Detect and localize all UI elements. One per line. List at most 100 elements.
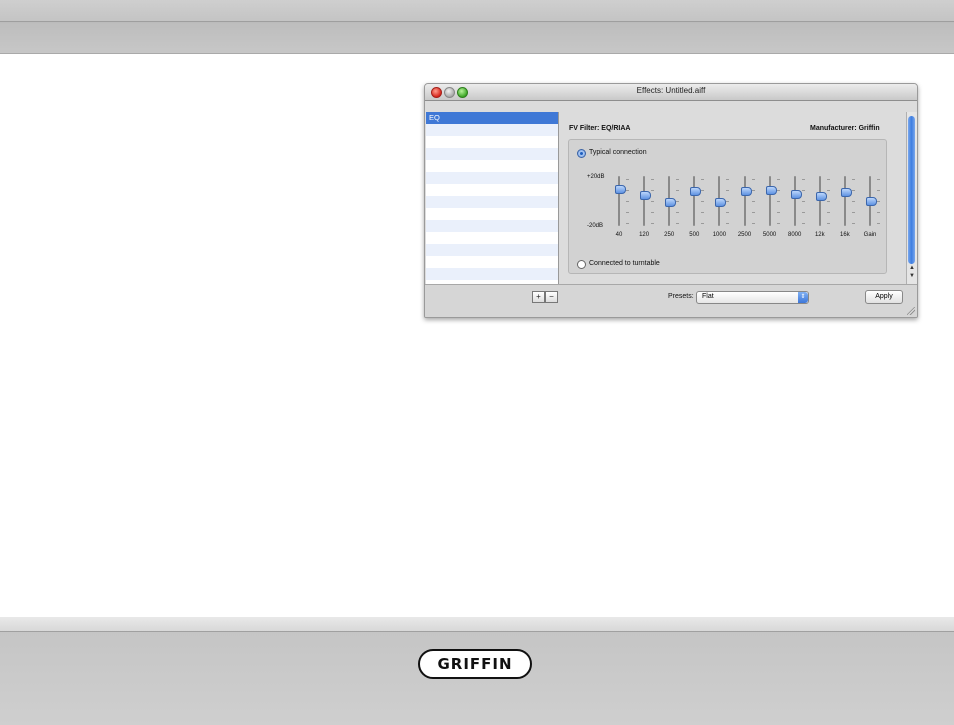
eq-slider-knob-500[interactable]	[690, 187, 702, 196]
list-item-eq[interactable]: EQ	[426, 112, 558, 124]
eq-tick	[651, 223, 655, 224]
typical-connection-label: Typical connection	[589, 149, 647, 156]
eq-band-label: 16k	[840, 232, 850, 238]
eq-slider-knob-40[interactable]	[615, 184, 626, 194]
list-item	[426, 196, 558, 208]
eq-tick	[801, 201, 805, 202]
eq-band-label: 8000	[788, 232, 802, 238]
eq-slider-knob-16k[interactable]	[840, 188, 852, 198]
eq-tick	[651, 212, 655, 213]
eq-tick	[701, 201, 705, 202]
eq-slider-track-5000[interactable]	[768, 176, 771, 226]
list-item	[426, 124, 558, 136]
eq-tick	[676, 212, 680, 213]
banner-divider	[0, 631, 954, 632]
eq-slider-track-12k[interactable]	[818, 176, 821, 226]
scroll-up-icon[interactable]: ▲	[909, 265, 915, 271]
eq-slider-knob-Gain[interactable]	[866, 197, 877, 206]
eq-tick	[751, 179, 755, 180]
griffin-logo: GRIFFIN	[418, 649, 532, 679]
top-banner	[0, 0, 954, 54]
eq-tick	[726, 212, 730, 213]
eq-band-label: 40	[615, 232, 623, 238]
eq-slider-track-16k[interactable]	[843, 176, 846, 226]
eq-tick	[851, 190, 855, 191]
eq-slider-knob-1000[interactable]	[715, 198, 727, 208]
eq-tick	[676, 179, 680, 180]
window-bottom-bar	[425, 284, 917, 317]
eq-slider-track-120[interactable]	[643, 176, 646, 226]
eq-settings-group: Typical connection +20dB -20dB 40 120 250 5…	[568, 139, 887, 274]
add-effect-button[interactable]: +	[532, 291, 545, 303]
griffin-logo-mark: GRIFFIN	[437, 655, 512, 673]
vertical-scrollbar[interactable]: ▲ ▼	[906, 112, 917, 284]
chevron-updown-icon: ⇕	[798, 292, 808, 303]
eq-slider-track-2500[interactable]	[743, 176, 746, 226]
eq-tick	[776, 212, 780, 213]
list-item	[426, 172, 558, 184]
eq-slider-knob-8000[interactable]	[790, 189, 802, 199]
eq-tick	[651, 179, 655, 180]
eq-band-label: 1000	[712, 232, 727, 238]
window-titlebar[interactable]: Effects: Untitled.aiff	[425, 84, 917, 101]
presets-label: Presets:	[668, 293, 694, 300]
eq-tick	[751, 190, 755, 191]
eq-tick	[676, 223, 680, 224]
eq-slider-knob-12k[interactable]	[815, 192, 827, 201]
eq-tick	[751, 212, 755, 213]
eq-tick	[726, 179, 730, 180]
eq-tick	[877, 212, 880, 213]
list-item	[426, 268, 558, 280]
eq-tick	[851, 212, 855, 213]
eq-tick	[877, 179, 880, 180]
eq-tick	[676, 201, 680, 202]
eq-tick	[851, 201, 855, 202]
eq-tick	[726, 223, 730, 224]
eq-band-label: 120	[639, 232, 650, 238]
eq-slider-track-8000[interactable]	[793, 176, 796, 226]
eq-tick	[751, 201, 755, 202]
list-item	[426, 208, 558, 220]
manufacturer-label: Manufacturer: Griffin	[810, 125, 880, 132]
list-item	[426, 136, 558, 148]
scrollbar-thumb[interactable]	[908, 116, 915, 264]
effects-list[interactable]: EQ	[426, 112, 559, 284]
eq-tick	[801, 179, 805, 180]
eq-tick	[826, 223, 830, 224]
eq-slider-knob-5000[interactable]	[765, 185, 777, 195]
list-item	[426, 160, 558, 172]
eq-tick	[751, 223, 755, 224]
eq-tick	[701, 190, 705, 191]
eq-tick	[701, 179, 705, 180]
eq-slider-track-40[interactable]	[618, 176, 620, 226]
eq-slider-knob-2500[interactable]	[740, 187, 752, 196]
connected-to-turntable-radio[interactable]	[577, 260, 586, 269]
eq-tick	[626, 190, 629, 191]
eq-slider-track-500[interactable]	[693, 176, 696, 226]
list-item	[426, 244, 558, 256]
eq-tick	[676, 190, 680, 191]
list-item	[426, 232, 558, 244]
eq-tick	[826, 212, 830, 213]
remove-effect-button[interactable]: −	[545, 291, 558, 303]
resize-grip-icon[interactable]	[907, 307, 915, 315]
eq-tick	[776, 190, 780, 191]
window-title: Effects: Untitled.aiff	[636, 86, 706, 95]
list-item	[426, 256, 558, 268]
eq-tick	[776, 223, 780, 224]
apply-button[interactable]: Apply	[865, 290, 903, 304]
eq-tick	[701, 212, 705, 213]
eq-slider-knob-250[interactable]	[665, 198, 677, 208]
db-top-label: +20dB	[587, 174, 605, 180]
eq-slider-knob-120[interactable]	[640, 190, 652, 200]
typical-connection-radio[interactable]	[577, 149, 586, 158]
scroll-down-icon[interactable]: ▼	[909, 273, 915, 279]
eq-tick	[826, 190, 830, 191]
presets-select[interactable]: Flat ⇕	[696, 291, 809, 304]
eq-tick	[877, 223, 880, 224]
eq-tick	[826, 179, 830, 180]
eq-tick	[801, 223, 805, 224]
eq-tick	[626, 223, 629, 224]
logo-text: GRIFFIN	[437, 655, 512, 673]
filter-label: FV Filter: EQ/RIAA	[569, 125, 631, 132]
